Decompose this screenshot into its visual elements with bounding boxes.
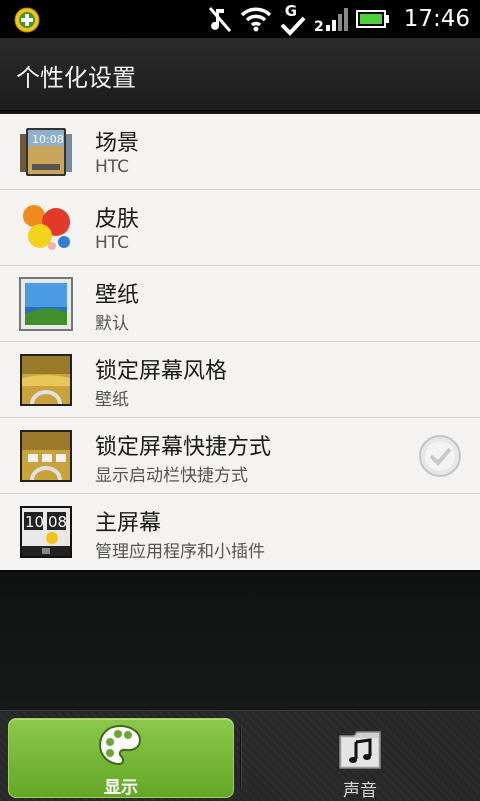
music-folder-icon xyxy=(339,731,381,769)
list-item-subtitle: HTC xyxy=(95,233,130,253)
list-item-title: 主屏幕 xyxy=(95,511,162,536)
lockscreen-shortcut-icon xyxy=(20,430,72,482)
empty-area xyxy=(0,570,480,712)
checkbox-icon[interactable] xyxy=(418,434,462,478)
home-screen-icon: 10 08 xyxy=(20,506,72,558)
list-item-title: 皮肤 xyxy=(95,207,140,232)
list-item-home-screen[interactable]: 10 08 主屏幕 管理应用程序和小插件 xyxy=(0,494,480,570)
home-clock-minutes: 08 xyxy=(48,513,67,531)
list-item-wallpaper[interactable]: 壁纸 默认 xyxy=(0,266,480,342)
bottom-tab-bar: 显示 声音 xyxy=(0,710,480,801)
svg-text:10:08: 10:08 xyxy=(32,133,64,146)
status-clock: 17:46 xyxy=(403,6,470,32)
tab-sound[interactable]: 声音 xyxy=(248,718,472,801)
list-item-lockscreen-style[interactable]: 锁定屏幕风格 壁纸 xyxy=(0,342,480,418)
list-item-title: 壁纸 xyxy=(95,283,140,308)
signal-icon: 2 xyxy=(314,8,348,33)
check-icon xyxy=(280,16,306,36)
list-item-subtitle: HTC xyxy=(95,157,130,177)
tab-label: 显示 xyxy=(104,778,138,798)
list-item-scene[interactable]: 10:08 场景 HTC xyxy=(0,114,480,190)
tab-label: 声音 xyxy=(343,781,377,801)
scene-icon: 10:08 xyxy=(20,128,72,176)
tab-divider xyxy=(240,727,241,787)
list-item-subtitle: 显示启动栏快捷方式 xyxy=(95,466,248,486)
list-item-skin[interactable]: 皮肤 HTC xyxy=(0,190,480,266)
settings-list: 10:08 场景 HTC 皮肤 HTC 壁纸 默认 锁定屏幕风格 壁纸 锁定屏幕… xyxy=(0,114,480,570)
status-bar: G 2 17:46 xyxy=(0,0,480,38)
wifi-icon xyxy=(240,7,271,32)
tab-display[interactable]: 显示 xyxy=(8,718,234,798)
list-item-title: 锁定屏幕风格 xyxy=(95,359,228,384)
list-item-lockscreen-shortcut[interactable]: 锁定屏幕快捷方式 显示启动栏快捷方式 xyxy=(0,418,480,494)
list-item-subtitle: 壁纸 xyxy=(95,390,129,410)
home-clock-hours: 10 xyxy=(25,513,44,531)
lockscreen-style-icon xyxy=(20,354,72,406)
list-item-subtitle: 管理应用程序和小插件 xyxy=(95,542,265,562)
list-item-title: 场景 xyxy=(95,131,140,156)
title-bar: 个性化设置 xyxy=(0,38,480,111)
sync-check-group: G xyxy=(280,2,306,36)
list-item-subtitle: 默认 xyxy=(95,314,129,334)
palette-icon xyxy=(98,724,142,766)
mute-icon xyxy=(208,7,231,32)
skin-icon xyxy=(23,205,70,250)
wallpaper-icon xyxy=(19,277,73,331)
battery-icon xyxy=(355,10,389,28)
app-plus-icon xyxy=(14,7,40,33)
svg-text:2: 2 xyxy=(314,19,324,33)
list-item-title: 锁定屏幕快捷方式 xyxy=(95,435,272,460)
page-title: 个性化设置 xyxy=(16,64,136,92)
